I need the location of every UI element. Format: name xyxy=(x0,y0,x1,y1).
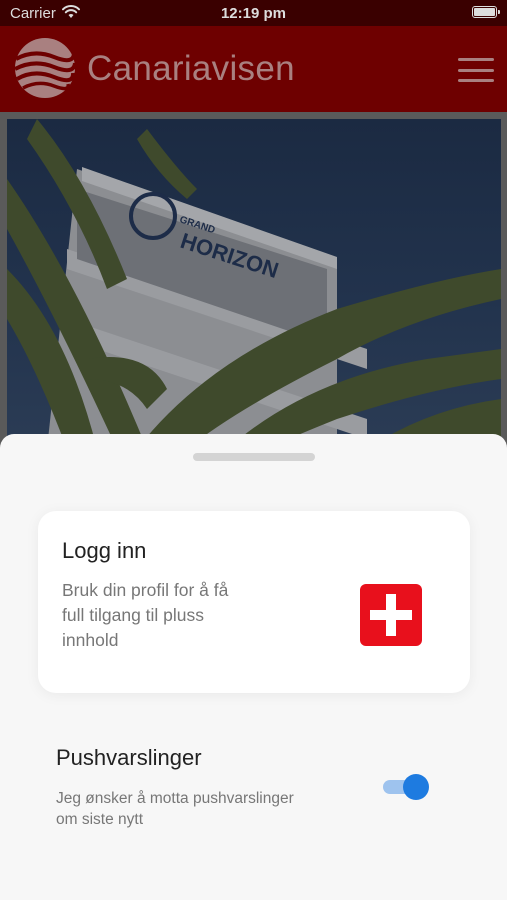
hero-image: GRAND HORIZON xyxy=(7,119,501,449)
battery-icon xyxy=(472,6,500,18)
clock: 12:19 pm xyxy=(220,5,287,22)
hamburger-menu-icon[interactable] xyxy=(458,58,494,82)
login-card[interactable]: Logg inn Bruk din profil for å få full t… xyxy=(38,511,470,693)
login-title: Logg inn xyxy=(62,538,147,563)
red-cross-icon xyxy=(360,584,422,646)
brand-title: Canariavisen xyxy=(87,49,295,88)
push-notifications-toggle[interactable] xyxy=(383,774,429,800)
sheet-grabber-handle[interactable] xyxy=(193,453,315,461)
status-bar: Carrier 12:19 pm xyxy=(0,0,507,26)
bottom-sheet: Logg inn Bruk din profil for å få full t… xyxy=(0,434,507,900)
push-notifications-description: Jeg ønsker å motta pushvarslinger om sis… xyxy=(56,790,294,828)
globe-logo-icon xyxy=(14,38,76,98)
push-notifications-title: Pushvarslinger xyxy=(56,745,202,770)
login-description: Bruk din profil for å få full tilgang ti… xyxy=(62,580,229,650)
app-header: Canariavisen xyxy=(0,26,507,112)
